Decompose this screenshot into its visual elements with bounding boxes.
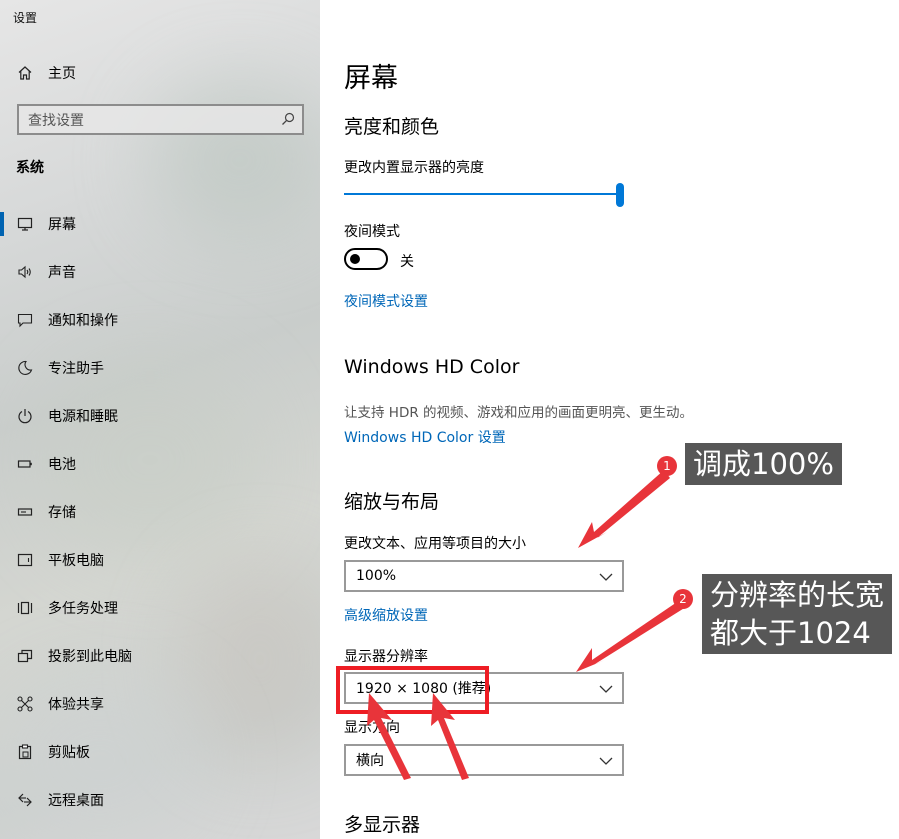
chevron-down-icon [599, 682, 613, 698]
chevron-down-icon [599, 754, 613, 770]
notification-icon [16, 311, 34, 329]
brightness-label: 更改内置显示器的亮度 [344, 160, 484, 176]
brightness-slider-track [344, 193, 620, 195]
annotation-callout-1: 调成100% [685, 443, 842, 485]
scale-value: 100% [356, 568, 397, 584]
night-light-state: 关 [400, 254, 414, 270]
scale-dropdown[interactable]: 100% [344, 560, 624, 592]
sidebar-item-battery[interactable]: 电池 [0, 440, 320, 488]
sidebar-item-focus-assist[interactable]: 专注助手 [0, 344, 320, 392]
battery-icon [16, 455, 34, 473]
window-title: 设置 [13, 11, 38, 25]
night-light-settings-link[interactable]: 夜间模式设置 [344, 291, 428, 311]
orientation-value: 横向 [356, 753, 384, 769]
sidebar-item-label: 屏幕 [48, 217, 76, 233]
storage-icon [16, 503, 34, 521]
orientation-dropdown[interactable]: 横向 [344, 744, 624, 776]
brightness-slider[interactable] [344, 182, 624, 208]
speaker-icon [16, 263, 34, 281]
sidebar-item-tablet[interactable]: 平板电脑 [0, 536, 320, 584]
share-experience-icon [16, 695, 34, 713]
hdr-settings-link[interactable]: Windows HD Color 设置 [344, 427, 506, 447]
sidebar-item-display[interactable]: 屏幕 [0, 200, 320, 248]
annotation-callout-2-line2: 都大于1024 [710, 616, 871, 650]
toggle-knob [350, 254, 360, 264]
sidebar-item-label: 电源和睡眠 [48, 409, 118, 425]
multitasking-icon [16, 599, 34, 617]
power-icon [16, 407, 34, 425]
sidebar-item-label: 存储 [48, 505, 76, 521]
annotation-badge-1: 1 [657, 456, 677, 476]
search-icon[interactable] [281, 112, 295, 130]
sidebar-item-label: 通知和操作 [48, 313, 118, 329]
annotation-badge-2: 2 [673, 589, 693, 609]
hdr-description: 让支持 HDR 的视频、游戏和应用的画面更明亮、更生动。 [344, 405, 694, 421]
sidebar-item-label: 远程桌面 [48, 793, 104, 809]
search-input[interactable]: 查找设置 [17, 104, 304, 135]
sidebar-item-home[interactable]: 主页 [16, 60, 76, 86]
projection-icon [16, 647, 34, 665]
sidebar-item-label: 专注助手 [48, 361, 104, 377]
sidebar-item-clipboard[interactable]: 剪贴板 [0, 728, 320, 776]
search-placeholder: 查找设置 [28, 112, 84, 129]
page-title: 屏幕 [344, 63, 398, 94]
advanced-scaling-link[interactable]: 高级缩放设置 [344, 605, 428, 625]
sidebar-item-label: 平板电脑 [48, 553, 104, 569]
night-light-label: 夜间模式 [344, 224, 400, 240]
annotation-callout-2: 分辨率的长宽 都大于1024 [702, 574, 893, 654]
tablet-icon [16, 551, 34, 569]
sidebar-item-label: 体验共享 [48, 697, 104, 713]
remote-desktop-icon [16, 791, 34, 809]
sidebar-item-storage[interactable]: 存储 [0, 488, 320, 536]
moon-icon [16, 359, 34, 377]
monitor-icon [16, 215, 34, 233]
sidebar-item-power[interactable]: 电源和睡眠 [0, 392, 320, 440]
sidebar-item-label: 剪贴板 [48, 745, 90, 761]
scale-label: 更改文本、应用等项目的大小 [344, 536, 526, 552]
multi-display-heading: 多显示器 [344, 814, 421, 836]
sidebar: 设置 主页 查找设置 系统 屏幕 声音 通知和操作 专注助手 电源和睡眠 电池 … [0, 0, 320, 839]
sidebar-item-projection[interactable]: 投影到此电脑 [0, 632, 320, 680]
brightness-slider-thumb[interactable] [616, 183, 624, 207]
orientation-label: 显示方向 [344, 720, 400, 736]
annotation-callout-2-line1: 分辨率的长宽 [710, 578, 885, 612]
section-header: 系统 [16, 160, 44, 176]
sidebar-item-remote-desktop[interactable]: 远程桌面 [0, 776, 320, 824]
sidebar-nav: 屏幕 声音 通知和操作 专注助手 电源和睡眠 电池 存储 平板电脑 多任务处理 … [0, 200, 320, 824]
sidebar-item-label: 声音 [48, 265, 76, 281]
sidebar-item-label: 多任务处理 [48, 601, 118, 617]
resolution-highlight-box [336, 666, 489, 714]
sidebar-item-shared-experiences[interactable]: 体验共享 [0, 680, 320, 728]
sidebar-item-label: 电池 [48, 457, 76, 473]
sidebar-item-sound[interactable]: 声音 [0, 248, 320, 296]
night-light-toggle[interactable] [344, 248, 388, 270]
sidebar-item-multitasking[interactable]: 多任务处理 [0, 584, 320, 632]
hdr-heading: Windows HD Color [344, 356, 520, 378]
chevron-down-icon [599, 570, 613, 586]
sidebar-item-label: 投影到此电脑 [48, 649, 132, 665]
home-icon [16, 64, 34, 82]
scale-layout-heading: 缩放与布局 [344, 491, 440, 513]
sidebar-item-notifications[interactable]: 通知和操作 [0, 296, 320, 344]
resolution-label: 显示器分辨率 [344, 649, 428, 665]
brightness-heading: 亮度和颜色 [344, 116, 440, 138]
home-label: 主页 [48, 66, 76, 82]
clipboard-icon [16, 743, 34, 761]
